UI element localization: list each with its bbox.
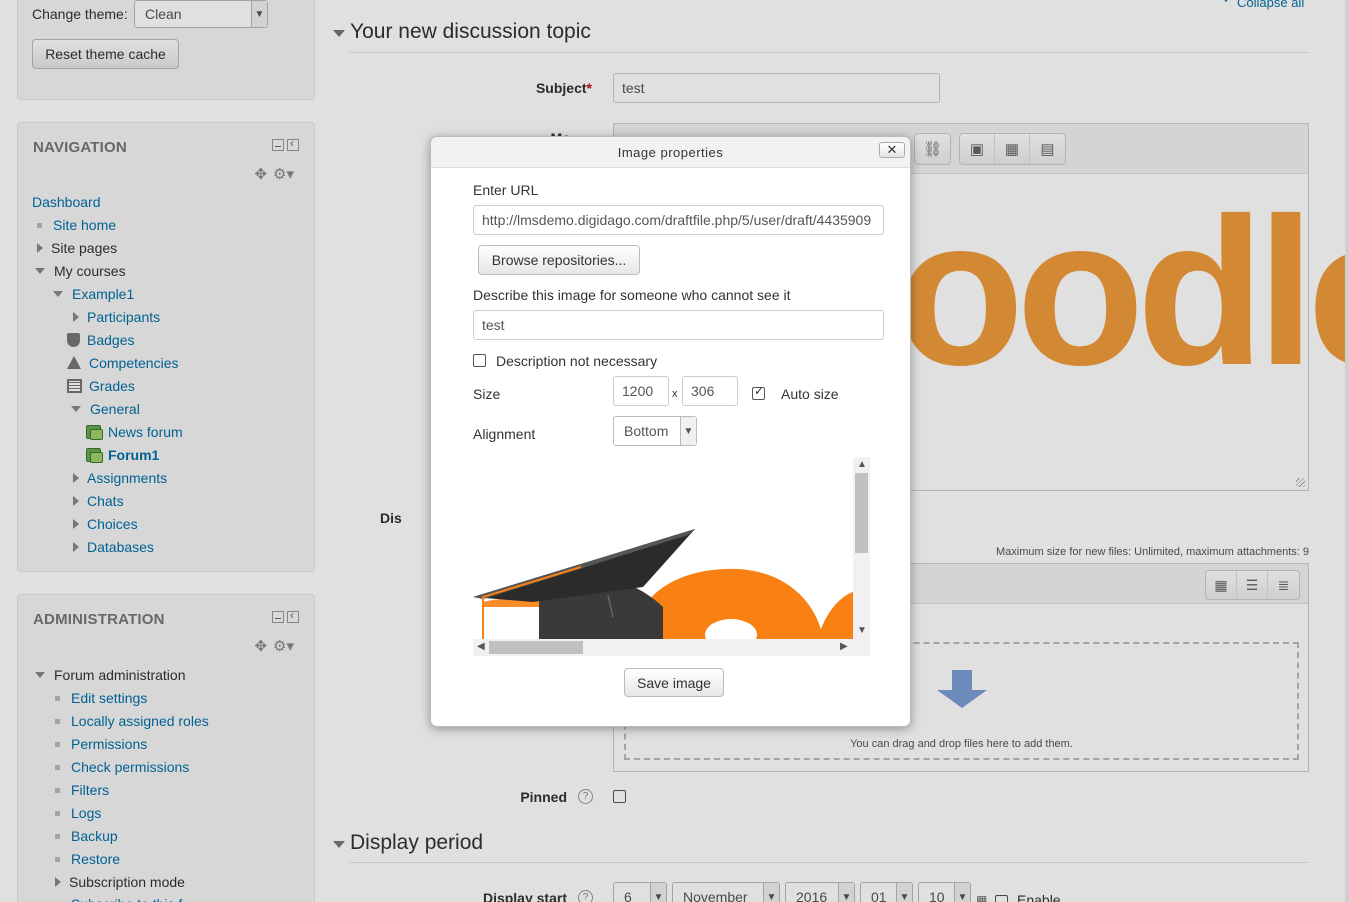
preview-horizontal-scrollbar[interactable]: ◀ ▶ (473, 639, 870, 656)
preview-letter-o2 (818, 592, 853, 639)
auto-size-checkbox[interactable]: ✓ (752, 384, 765, 400)
close-icon[interactable]: ✕ (879, 142, 905, 158)
browse-repositories-button[interactable]: Browse repositories... (478, 245, 640, 275)
height-input[interactable]: 306 (682, 376, 738, 406)
scroll-up-icon[interactable]: ▲ (857, 460, 867, 470)
width-input[interactable]: 1200 (613, 376, 669, 406)
scroll-right-icon[interactable]: ▶ (840, 642, 848, 652)
describe-label: Describe this image for someone who cann… (473, 287, 791, 303)
alignment-select[interactable]: Bottom ▼ (613, 416, 697, 446)
preview-scroll-thumb[interactable] (855, 473, 868, 553)
auto-size-label: Auto size (781, 386, 839, 402)
alignment-value: Bottom (624, 423, 669, 439)
width-value: 1200 (622, 383, 654, 399)
alt-text-input[interactable]: test (473, 310, 884, 340)
size-separator: x (672, 388, 678, 400)
dialog-title: Image properties (617, 145, 724, 160)
dialog-header: Image properties ✕ (431, 137, 910, 168)
image-preview[interactable]: ▲ ▼ ◀ ▶ (473, 457, 870, 656)
image-preview-graphic (473, 529, 853, 639)
save-image-button[interactable]: Save image (624, 668, 724, 697)
description-not-necessary-checkbox[interactable] (473, 354, 486, 367)
checkmark-icon: ✓ (754, 384, 765, 398)
scroll-left-icon[interactable]: ◀ (477, 642, 485, 652)
preview-hscroll-thumb[interactable] (489, 641, 583, 654)
url-input[interactable]: http://lmsdemo.digidago.com/draftfile.ph… (473, 205, 884, 235)
scroll-down-icon[interactable]: ▼ (857, 626, 867, 636)
url-value: http://lmsdemo.digidago.com/draftfile.ph… (482, 212, 872, 228)
image-properties-dialog: Image properties ✕ Enter URL http://lmsd… (430, 136, 911, 727)
save-image-label: Save image (637, 674, 711, 691)
size-label: Size (473, 386, 501, 402)
alt-text-value: test (482, 317, 505, 333)
description-not-necessary-label: Description not necessary (496, 353, 658, 369)
chevron-down-icon: ▼ (680, 417, 696, 445)
page-scrollbar[interactable] (1345, 0, 1349, 902)
height-value: 306 (691, 383, 715, 399)
browse-label: Browse repositories... (491, 252, 627, 268)
url-label: Enter URL (473, 182, 539, 198)
alignment-label: Alignment (473, 426, 536, 442)
preview-vertical-scrollbar[interactable]: ▲ ▼ (853, 457, 870, 639)
